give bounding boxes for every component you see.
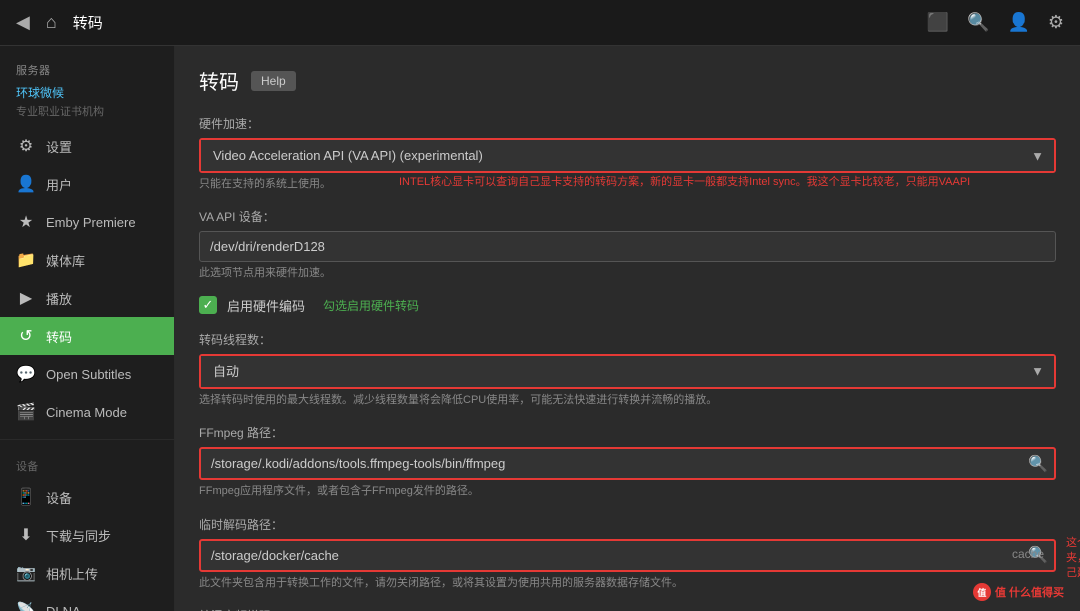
cast-icon[interactable]: ⬛ (927, 12, 949, 33)
sidebar-item-label: 相机上传 (46, 564, 98, 583)
hardware-encode-label: 启用硬件编码 (227, 296, 305, 315)
cinema-icon: 🎬 (16, 402, 36, 422)
vaapi-input[interactable] (199, 231, 1056, 262)
bitrate-group: 编混音频增强： 低音音频增强，设置为1，将保留原来的音量。 (199, 607, 1056, 611)
server-sub: 专业职业证书机构 (0, 103, 174, 127)
page-header: 转码 Help (199, 66, 1056, 95)
sidebar-item-sync[interactable]: ⬇ 下载与同步 (0, 516, 174, 554)
settings-icon: ⚙ (16, 136, 36, 156)
cache-label: cache (1012, 547, 1044, 561)
sidebar-item-playback[interactable]: ▶ 播放 (0, 279, 174, 317)
vaapi-hint: 此选项节点用来硬件加速。 (199, 266, 1056, 281)
sidebar-item-label: 设备 (46, 488, 72, 507)
ffmpeg-group: FFmpeg 路径： 🔍 ➜ 点击放大镜选择路径到ffmpeg FFmpeg应用… (199, 424, 1056, 499)
sidebar-item-label: 设置 (46, 137, 72, 156)
threads-select[interactable]: 自动 (201, 356, 1054, 387)
checkbox-annotation: 勾选启用硬件转码 (323, 297, 419, 314)
hardware-encode-checkbox[interactable]: ✓ (199, 296, 217, 314)
sidebar-item-label: 播放 (46, 289, 72, 308)
temp-input[interactable] (199, 539, 1056, 572)
sidebar-item-transcode[interactable]: ↺ 转码 (0, 317, 174, 355)
ffmpeg-section-label: FFmpeg 路径： (199, 424, 1056, 441)
hardware-section-label: 硬件加速： (199, 115, 1056, 132)
devices-label: 设备 (0, 448, 174, 478)
threads-section-label: 转码线程数： (199, 331, 1056, 348)
ffmpeg-browse-button[interactable]: 🔍 (1026, 452, 1050, 476)
user-icon: 👤 (16, 174, 36, 194)
hardware-group: 硬件加速： Video Acceleration API (VA API) (e… (199, 115, 1056, 192)
watermark: 值 值 什么值得买 (973, 583, 1064, 601)
sidebar-item-cinema[interactable]: 🎬 Cinema Mode (0, 393, 174, 431)
page-title: 转码 (199, 66, 239, 95)
temp-input-wrapper: 🔍 (199, 539, 1056, 572)
threads-group: 转码线程数： 自动 ▼ 选择转码时使用的最大线程数。减少线程数量将会降低CPU使… (199, 331, 1056, 408)
watermark-text: 值 什么值得买 (995, 584, 1064, 600)
sidebar-item-label: DLNA (46, 604, 81, 611)
hardware-select-wrapper: Video Acceleration API (VA API) (experim… (199, 138, 1056, 173)
topbar-title: 转码 (73, 12, 103, 33)
sidebar-item-label: 用户 (46, 175, 72, 194)
checkmark-icon: ✓ (203, 297, 214, 313)
sidebar-item-label: 转码 (46, 327, 72, 346)
temp-section-label: 临时解码路径： (199, 516, 1056, 533)
threads-select-wrapper: 自动 ▼ (199, 354, 1056, 389)
back-icon[interactable]: ◀ (16, 12, 30, 33)
sidebar-item-label: Emby Premiere (46, 215, 136, 230)
home-icon[interactable]: ⌂ (46, 12, 57, 33)
server-name: 环球微候 (0, 82, 174, 103)
vaapi-group: VA API 设备： 此选项节点用来硬件加速。 (199, 208, 1056, 281)
star-icon: ★ (16, 212, 36, 232)
hardware-select[interactable]: Video Acceleration API (VA API) (experim… (201, 140, 1054, 171)
download-icon: ⬇ (16, 525, 36, 545)
sidebar-item-label: Cinema Mode (46, 405, 127, 420)
watermark-icon: 值 (973, 583, 991, 601)
sidebar-item-library[interactable]: 📁 媒体库 (0, 241, 174, 279)
hardware-encode-row: ✓ 启用硬件编码 勾选启用硬件转码 (199, 296, 1056, 315)
sidebar-item-subtitles[interactable]: 💬 Open Subtitles (0, 355, 174, 393)
ffmpeg-hint: FFmpeg应用程序文件，或者包含子FFmpeg发件的路径。 (199, 484, 1056, 499)
camera-icon: 📷 (16, 563, 36, 583)
server-section-label: 服务器 (0, 54, 174, 82)
temp-annotation: 这个可填可不填，ssh默认进入的是storage文件夹，这个文件夹是具备读写权限… (1066, 536, 1080, 582)
ffmpeg-input-wrapper: 🔍 (199, 447, 1056, 480)
topbar: ◀ ⌂ 转码 ⬛ 🔍 👤 ⚙ (0, 0, 1080, 46)
sidebar-item-devices[interactable]: 📱 设备 (0, 478, 174, 516)
ffmpeg-input[interactable] (199, 447, 1056, 480)
transcode-icon: ↺ (16, 326, 36, 346)
sidebar: 服务器 环球微候 专业职业证书机构 ⚙ 设置 👤 用户 ★ Emby Premi… (0, 46, 175, 611)
sidebar-item-label: 媒体库 (46, 251, 85, 270)
folder-icon: 📁 (16, 250, 36, 270)
sidebar-item-label: Open Subtitles (46, 367, 131, 382)
sidebar-item-settings[interactable]: ⚙ 设置 (0, 127, 174, 165)
dlna-icon: 📡 (16, 601, 36, 611)
play-icon: ▶ (16, 288, 36, 308)
temp-group: 临时解码路径： 🔍 这个可填可不填，ssh默认进入的是storage文件夹，这个… (199, 516, 1056, 591)
device-icon: 📱 (16, 487, 36, 507)
vaapi-section-label: VA API 设备： (199, 208, 1056, 225)
content-area: 转码 Help 硬件加速： Video Acceleration API (VA… (175, 46, 1080, 611)
settings-icon[interactable]: ⚙ (1048, 12, 1064, 33)
hardware-annotation: INTEL核心显卡可以查询自己显卡支持的转码方案，新的显卡一般都支持Intel … (399, 175, 1056, 190)
subtitles-icon: 💬 (16, 364, 36, 384)
sidebar-item-label: 下载与同步 (46, 526, 111, 545)
temp-hint: 此文件夹包含用于转换工作的文件，请勿关闭路径，或将其设置为使用共用的服务器数据存… (199, 576, 1056, 591)
user-icon[interactable]: 👤 (1007, 12, 1029, 33)
help-button[interactable]: Help (251, 71, 296, 91)
sidebar-item-dlna[interactable]: 📡 DLNA (0, 592, 174, 611)
sidebar-item-users[interactable]: 👤 用户 (0, 165, 174, 203)
sidebar-item-premiere[interactable]: ★ Emby Premiere (0, 203, 174, 241)
bitrate-section-label: 编混音频增强： (199, 607, 1056, 611)
sidebar-item-camera[interactable]: 📷 相机上传 (0, 554, 174, 592)
threads-hint: 选择转码时使用的最大线程数。减少线程数量将会降低CPU使用率，可能无法快速进行转… (199, 393, 1056, 408)
search-icon[interactable]: 🔍 (967, 12, 989, 33)
